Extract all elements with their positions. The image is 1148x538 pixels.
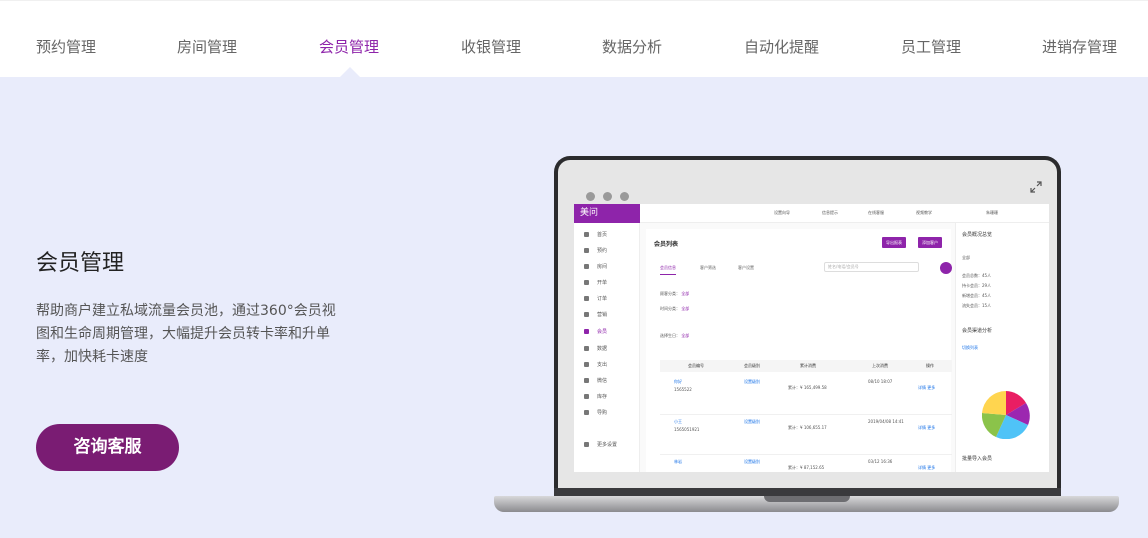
feature-tab-bar: 预约管理 房间管理 会员管理 收银管理 数据分析 自动化提醒 员工管理 进销存管… [0,0,1148,78]
channel-pie-chart [982,391,1030,439]
app-nav-item: 数据 [584,345,607,352]
filter-row: 时间分类： 全部 [660,306,690,311]
filter-row: 顾客分类： 全部 [660,291,690,296]
member-list-card: 会员列表 导出报表 添加客户 会员信息 客户筛选 客户设置 姓名/电话/会员号 … [646,229,952,472]
member-table-header: 会员编号 会员级别 累计消费 上次消费 操作 [660,360,952,372]
app-nav-item: 营销 [584,311,607,318]
export-report-button: 导出报表 [882,237,906,248]
member-overview-panel: 会员概况总览 全部 会员总数：45人 持卡会员：29人 新增会员：45人 流失会… [955,223,1049,472]
channel-analysis-title: 会员渠道分析 [962,328,993,334]
app-nav-item: 支出 [584,361,607,368]
topbar-setup-guide: 设置向导 [774,210,790,215]
member-search-input: 姓名/电话/会员号 [824,262,919,272]
filter-row: 选择生日： 全部 [660,333,690,338]
section-title: 会员管理 [36,251,125,276]
filter-icon [940,262,952,274]
tab-analytics[interactable]: 数据分析 [602,36,662,57]
window-dot-icon [620,192,629,201]
laptop-mockup: 美问 设置向导 信息提示 在线客服 视频教学 朱珊珊 首页 预约 房间 开单 订… [554,156,1061,496]
app-main: 会员列表 导出报表 添加客户 会员信息 客户筛选 客户设置 姓名/电话/会员号 … [640,223,955,472]
section-description: 帮助商户建立私域流量会员池，通过360°会员视图和生命周期管理，大幅提升会员转卡… [36,303,336,365]
table-row: 小王 1565051921 设置级别 累计：¥ 106,655.17 2019/… [660,415,952,455]
app-nav-item: 更多设置 [584,441,617,448]
laptop-screen-frame: 美问 设置向导 信息提示 在线客服 视频教学 朱珊珊 首页 预约 房间 开单 订… [558,160,1057,496]
topbar-video: 视频教学 [916,210,932,215]
app-nav-item: 订单 [584,295,607,302]
tab-staff[interactable]: 员工管理 [901,36,961,57]
app-logo: 美问 [574,204,640,223]
app-nav-item: 房间 [584,263,607,270]
import-members-link: 批量导入会员 [962,456,993,462]
app-nav-item: 导购 [584,409,607,416]
tab-inventory[interactable]: 进销存管理 [1042,36,1117,57]
app-nav-item: 微信 [584,377,607,384]
app-nav-item: 开单 [584,279,607,286]
tab-cashier[interactable]: 收银管理 [461,36,521,57]
app-topbar: 美问 设置向导 信息提示 在线客服 视频教学 朱珊珊 [574,204,1049,223]
laptop-notch [764,496,850,502]
window-dot-icon [586,192,595,201]
customer-settings-tab: 客户设置 [738,265,754,270]
laptop-bezel [554,488,1061,496]
app-nav-item: 库存 [584,393,607,400]
add-customer-button: 添加客户 [918,237,942,248]
tab-booking[interactable]: 预约管理 [36,36,96,57]
consult-service-button[interactable]: 咨询客服 [36,424,179,471]
app-screenshot: 美问 设置向导 信息提示 在线客服 视频教学 朱珊珊 首页 预约 房间 开单 订… [574,204,1049,472]
window-dot-icon [603,192,612,201]
member-info-tab: 会员信息 [660,265,676,275]
customer-filter-tab: 客户筛选 [700,265,716,270]
expand-icon [1029,180,1043,194]
topbar-notice: 信息提示 [822,210,838,215]
tab-auto-reminder[interactable]: 自动化提醒 [744,36,819,57]
overview-title: 会员概况总览 [962,232,993,238]
table-row: 林岩 设置级别 累计：¥ 87,152.65 03/12 16:36 详情 更多 [660,455,952,472]
overview-item: 全部 [962,255,970,260]
member-list-title: 会员列表 [654,241,679,248]
window-controls [586,186,637,205]
tab-room[interactable]: 房间管理 [177,36,237,57]
app-nav-item: 首页 [584,231,607,238]
app-nav-item: 预约 [584,247,607,254]
tab-member[interactable]: 会员管理 [319,36,379,57]
overview-item: 流失会员：15人 [962,303,992,308]
table-row: 你好 1565522 设置级别 累计：¥ 165,499.58 08/10 18… [660,375,952,415]
app-sidebar: 首页 预约 房间 开单 订单 营销 会员 数据 支出 微信 库存 导购 更多设置 [574,223,640,472]
topbar-support: 在线客服 [868,210,884,215]
overview-item: 会员总数：45人 [962,273,992,278]
overview-item: 持卡会员：29人 [962,283,992,288]
topbar-user: 朱珊珊 [986,210,998,215]
overview-item: 新增会员：45人 [962,293,992,298]
app-nav-item-active: 会员 [584,328,607,335]
switch-list-link: 切换列表 [962,345,978,350]
